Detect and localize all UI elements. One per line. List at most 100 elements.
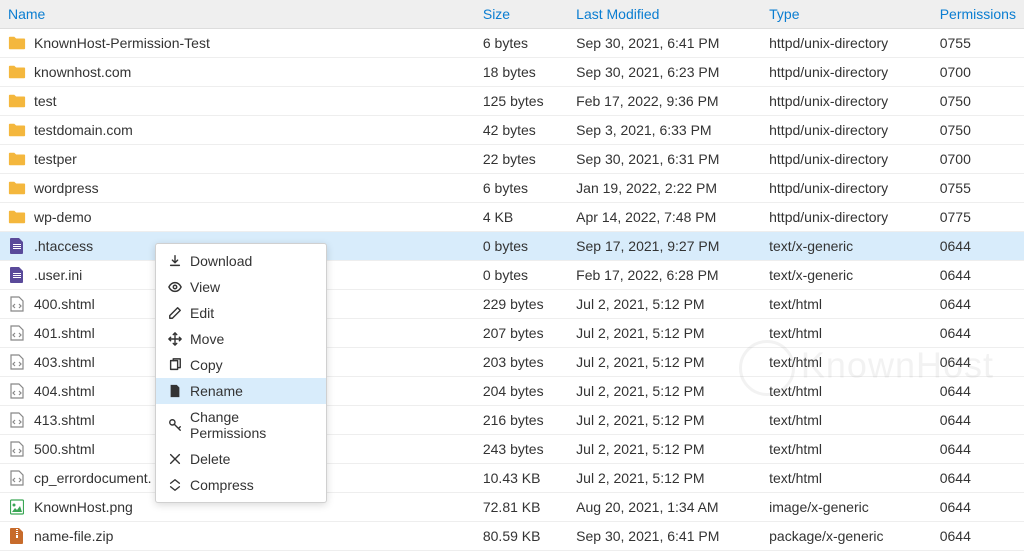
- menu-item-delete[interactable]: Delete: [156, 446, 326, 472]
- file-name: 413.shtml: [34, 412, 95, 428]
- eye-icon: [168, 280, 182, 294]
- menu-item-view[interactable]: View: [156, 274, 326, 300]
- table-row[interactable]: .htaccess0 bytesSep 17, 2021, 9:27 PMtex…: [0, 232, 1024, 261]
- file-name: name-file.zip: [34, 528, 113, 544]
- menu-item-download[interactable]: Download: [156, 248, 326, 274]
- file-size: 18 bytes: [475, 58, 568, 87]
- file-size: 204 bytes: [475, 377, 568, 406]
- table-row[interactable]: knownhost.com18 bytesSep 30, 2021, 6:23 …: [0, 58, 1024, 87]
- file-permissions: 0644: [932, 406, 1024, 435]
- table-row[interactable]: name-file.zip 80.59 KBSep 30, 2021, 6:41 …: [0, 522, 1024, 551]
- table-row[interactable]: wordpress6 bytesJan 19, 2022, 2:22 PMhtt…: [0, 174, 1024, 203]
- file-modified: Sep 17, 2021, 9:27 PM: [568, 232, 761, 261]
- table-row[interactable]: 413.shtml216 bytesJul 2, 2021, 5:12 PMte…: [0, 406, 1024, 435]
- header-size[interactable]: Size: [475, 0, 568, 29]
- codefile-icon: [8, 441, 26, 457]
- table-row[interactable]: KnownHost.png72.81 KBAug 20, 2021, 1:34 …: [0, 493, 1024, 522]
- file-type: package/x-generic: [761, 522, 932, 551]
- menu-item-label: Edit: [190, 305, 214, 321]
- file-size: 207 bytes: [475, 319, 568, 348]
- file-modified: Sep 3, 2021, 6:33 PM: [568, 116, 761, 145]
- file-size: 216 bytes: [475, 406, 568, 435]
- table-row[interactable]: test125 bytesFeb 17, 2022, 9:36 PMhttpd/…: [0, 87, 1024, 116]
- file-modified: Jul 2, 2021, 5:12 PM: [568, 435, 761, 464]
- codefile-icon: [8, 354, 26, 370]
- file-size: 72.81 KB: [475, 493, 568, 522]
- file-type: text/html: [761, 377, 932, 406]
- folder-icon: [8, 209, 26, 225]
- table-row[interactable]: 401.shtml207 bytesJul 2, 2021, 5:12 PMte…: [0, 319, 1024, 348]
- table-row[interactable]: .user.ini0 bytesFeb 17, 2022, 6:28 PMtex…: [0, 261, 1024, 290]
- file-permissions: 0644: [932, 261, 1024, 290]
- key-icon: [168, 418, 182, 432]
- table-row[interactable]: 403.shtml203 bytesJul 2, 2021, 5:12 PMte…: [0, 348, 1024, 377]
- file-name: cp_errordocument.: [34, 470, 152, 486]
- menu-item-change-permissions[interactable]: Change Permissions: [156, 404, 326, 446]
- file-icon: [168, 384, 182, 398]
- close-icon: [168, 452, 182, 466]
- file-size: 0 bytes: [475, 261, 568, 290]
- file-permissions: 0700: [932, 145, 1024, 174]
- file-permissions: 0644: [932, 290, 1024, 319]
- header-type[interactable]: Type: [761, 0, 932, 29]
- table-row[interactable]: 404.shtml 204 bytesJul 2, 2021, 5:12 PMte…: [0, 377, 1024, 406]
- file-type: httpd/unix-directory: [761, 116, 932, 145]
- file-modified: Feb 17, 2022, 9:36 PM: [568, 87, 761, 116]
- header-last-modified[interactable]: Last Modified: [568, 0, 761, 29]
- file-permissions: 0644: [932, 319, 1024, 348]
- file-size: 80.59 KB: [475, 522, 568, 551]
- file-type: httpd/unix-directory: [761, 145, 932, 174]
- file-type: httpd/unix-directory: [761, 174, 932, 203]
- file-size: 0 bytes: [475, 232, 568, 261]
- file-type: text/html: [761, 406, 932, 435]
- table-row[interactable]: 400.shtml229 bytesJul 2, 2021, 5:12 PMte…: [0, 290, 1024, 319]
- menu-item-label: Copy: [190, 357, 223, 373]
- menu-item-compress[interactable]: Compress: [156, 472, 326, 498]
- table-row[interactable]: testper22 bytesSep 30, 2021, 6:31 PMhttp…: [0, 145, 1024, 174]
- table-row[interactable]: cp_errordocument.10.43 KBJul 2, 2021, 5:…: [0, 464, 1024, 493]
- file-modified: Sep 30, 2021, 6:41 PM: [568, 522, 761, 551]
- image-icon: [8, 499, 26, 515]
- menu-item-label: Move: [190, 331, 224, 347]
- table-row[interactable]: testdomain.com 42 bytesSep 3, 2021, 6:33 …: [0, 116, 1024, 145]
- menu-item-edit[interactable]: Edit: [156, 300, 326, 326]
- file-name: testper: [34, 151, 77, 167]
- header-permissions[interactable]: Permissions: [932, 0, 1024, 29]
- file-name: testdomain.com: [34, 122, 133, 138]
- file-permissions: 0644: [932, 522, 1024, 551]
- menu-item-move[interactable]: Move: [156, 326, 326, 352]
- file-name: 500.shtml: [34, 441, 95, 457]
- file-size: 22 bytes: [475, 145, 568, 174]
- file-permissions: 0644: [932, 377, 1024, 406]
- file-modified: Jul 2, 2021, 5:12 PM: [568, 377, 761, 406]
- folder-icon: [8, 122, 26, 138]
- textfile-icon: [8, 267, 26, 283]
- pencil-icon: [168, 306, 182, 320]
- file-modified: Sep 30, 2021, 6:23 PM: [568, 58, 761, 87]
- menu-item-rename[interactable]: Rename: [156, 378, 326, 404]
- table-row[interactable]: wp-demo4 KBApr 14, 2022, 7:48 PMhttpd/un…: [0, 203, 1024, 232]
- file-permissions: 0644: [932, 464, 1024, 493]
- folder-icon: [8, 93, 26, 109]
- file-modified: Jul 2, 2021, 5:12 PM: [568, 348, 761, 377]
- file-name: test: [34, 93, 57, 109]
- codefile-icon: [8, 383, 26, 399]
- file-type: text/x-generic: [761, 261, 932, 290]
- folder-icon: [8, 35, 26, 51]
- file-name: 404.shtml: [34, 383, 95, 399]
- menu-item-copy[interactable]: Copy: [156, 352, 326, 378]
- table-row[interactable]: 500.shtml243 bytesJul 2, 2021, 5:12 PMte…: [0, 435, 1024, 464]
- folder-icon: [8, 180, 26, 196]
- file-size: 42 bytes: [475, 116, 568, 145]
- file-type: text/x-generic: [761, 232, 932, 261]
- file-modified: Feb 17, 2022, 6:28 PM: [568, 261, 761, 290]
- menu-item-label: Download: [190, 253, 252, 269]
- codefile-icon: [8, 296, 26, 312]
- table-header-row: Name Size Last Modified Type Permissions: [0, 0, 1024, 29]
- header-name[interactable]: Name: [0, 0, 475, 29]
- file-size: 6 bytes: [475, 174, 568, 203]
- file-modified: Apr 14, 2022, 7:48 PM: [568, 203, 761, 232]
- file-permissions: 0750: [932, 87, 1024, 116]
- table-row[interactable]: KnownHost-Permission-Test6 bytesSep 30, …: [0, 29, 1024, 58]
- file-size: 10.43 KB: [475, 464, 568, 493]
